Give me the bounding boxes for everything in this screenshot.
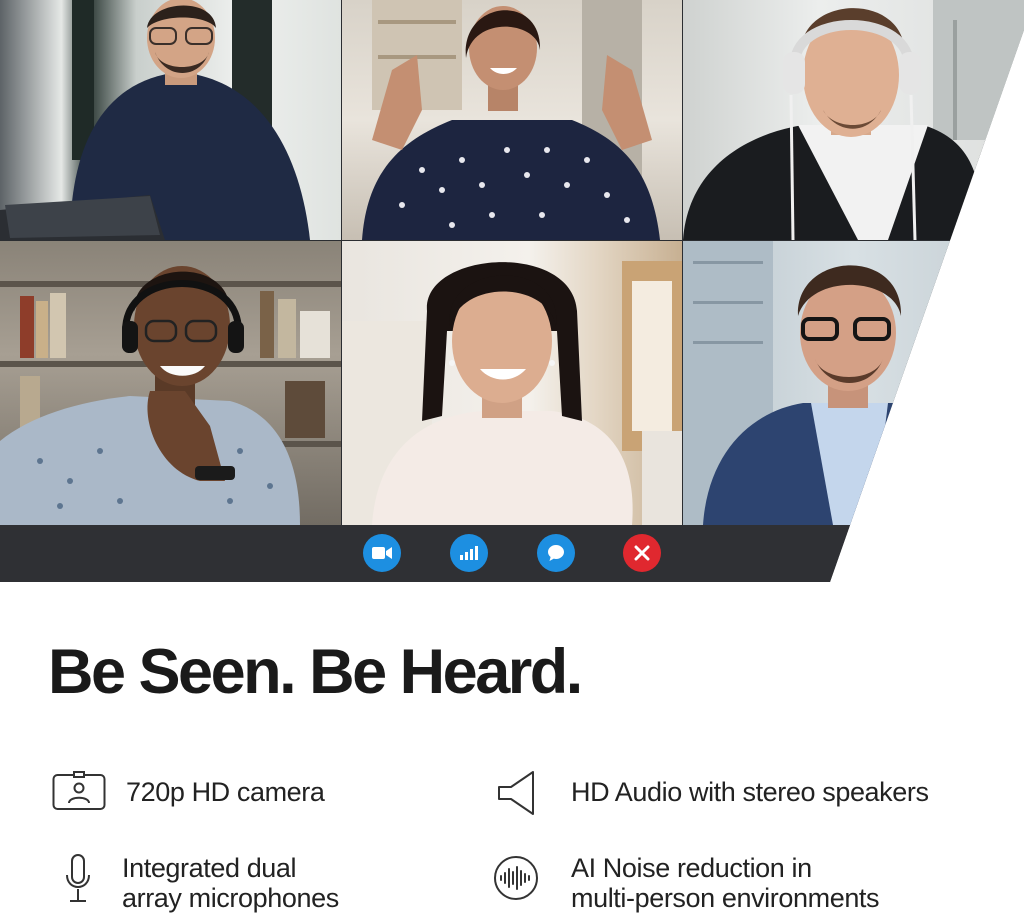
page-headline: Be Seen. Be Heard. — [48, 637, 583, 707]
participant-tile-5[interactable] — [342, 241, 682, 525]
feature-label: 720p HD camera — [126, 777, 325, 807]
participant-photo — [342, 261, 682, 525]
participant-photo — [683, 241, 953, 525]
participant-photo — [683, 0, 1024, 240]
microphone-icon — [64, 853, 92, 910]
chat-button[interactable] — [537, 534, 575, 572]
participant-tile-6[interactable] — [683, 241, 1024, 525]
participant-tile-4[interactable] — [0, 241, 341, 525]
feature-label: HD Audio with stereo speakers — [571, 777, 929, 807]
participant-tile-1[interactable] — [0, 0, 341, 240]
participant-photo — [362, 0, 660, 240]
video-camera-button[interactable] — [363, 534, 401, 572]
video-camera-icon — [372, 547, 392, 559]
participant-tile-2[interactable] — [342, 0, 682, 240]
end-call-button[interactable] — [623, 534, 661, 572]
chat-bubble-icon — [548, 545, 564, 561]
noise-reduction-icon — [493, 855, 539, 906]
call-control-bar — [0, 525, 1024, 582]
feature-label: Integrated dual array microphones — [122, 853, 339, 913]
video-call-panel — [0, 0, 1024, 582]
participant-photo — [0, 0, 310, 240]
network-stats-button[interactable] — [450, 534, 488, 572]
signal-bars-icon — [460, 546, 478, 560]
close-icon — [634, 545, 650, 561]
speaker-icon — [497, 769, 537, 822]
participant-tile-3[interactable] — [683, 0, 1024, 240]
participant-photo — [0, 266, 341, 525]
feature-label: AI Noise reduction in multi-person envir… — [571, 853, 880, 913]
camera-person-icon — [52, 771, 106, 816]
